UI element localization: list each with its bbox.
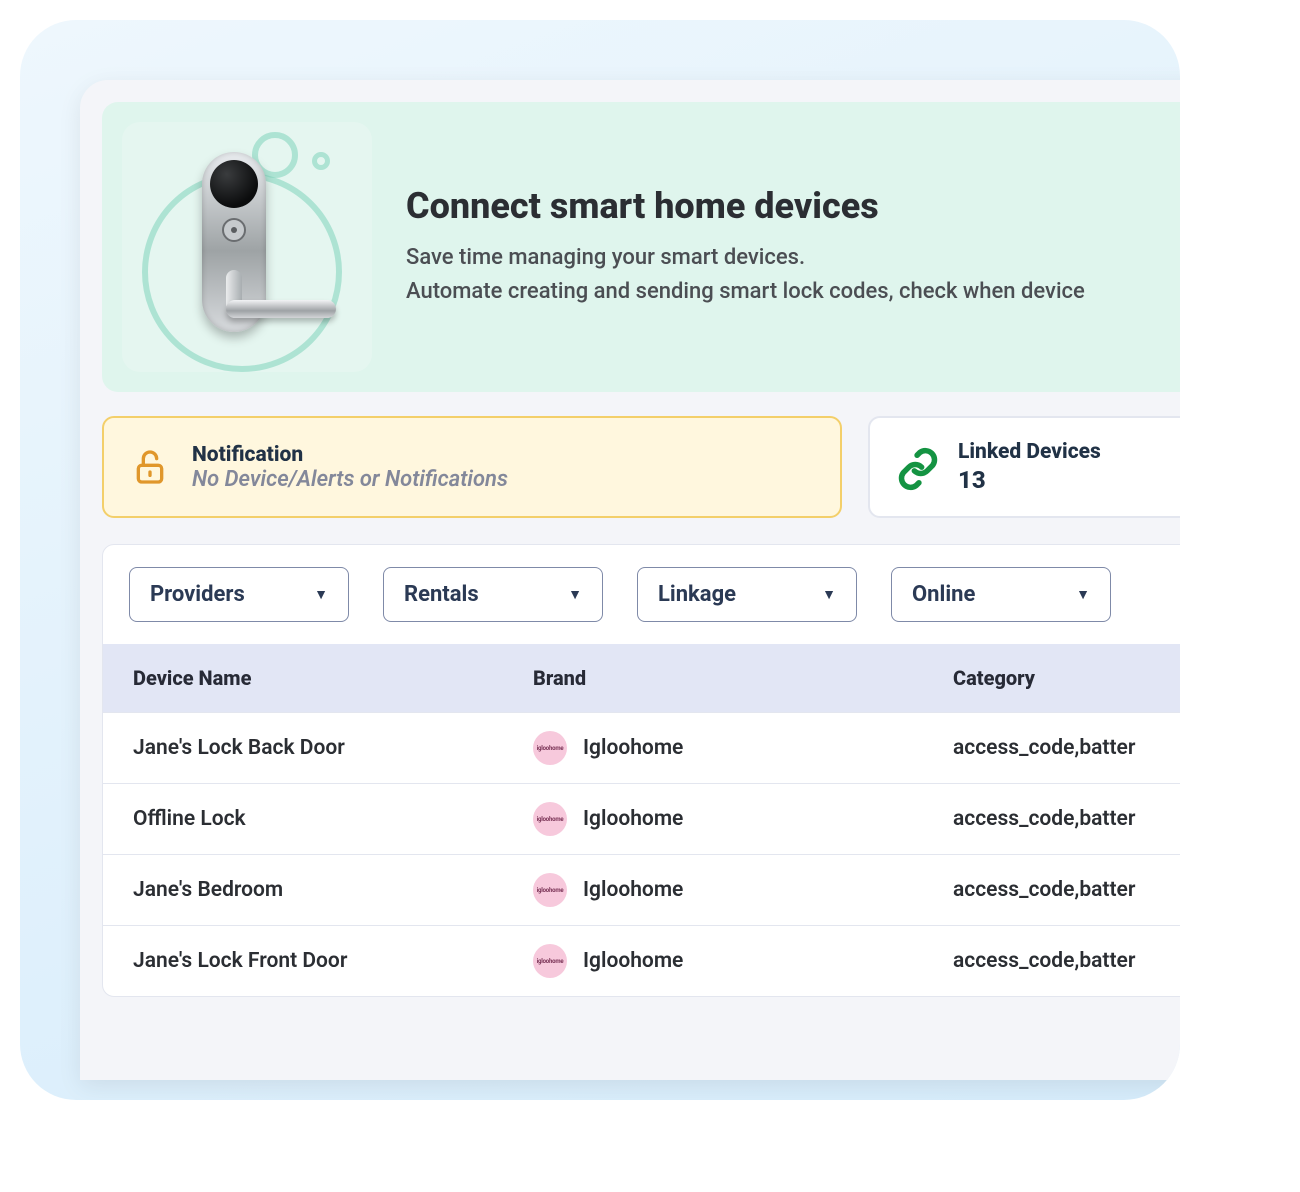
link-icon [896, 447, 936, 487]
col-header-brand[interactable]: Brand [533, 666, 953, 690]
notification-title: Notification [192, 443, 508, 467]
brand-name: Igloohome [583, 949, 683, 973]
online-label: Online [912, 582, 975, 607]
brand-cell: igloohome Igloohome [533, 873, 953, 907]
category-cell: access_code,batter [953, 878, 1180, 902]
category-cell: access_code,batter [953, 736, 1180, 760]
table-body: Jane's Lock Back DoorigloohomeIgloohomea… [103, 712, 1180, 996]
app-window: Connect smart home devices Save time man… [80, 80, 1180, 1080]
online-dropdown[interactable]: Online ▼ [891, 567, 1111, 622]
device-name-cell: Jane's Lock Front Door [133, 949, 533, 973]
chevron-down-icon: ▼ [1076, 586, 1090, 603]
smart-lock-icon [202, 152, 266, 332]
brand-cell: igloohome Igloohome [533, 944, 953, 978]
brand-cell: igloohome Igloohome [533, 731, 953, 765]
hero-title: Connect smart home devices [406, 185, 1085, 227]
col-header-category[interactable]: Category [953, 666, 1180, 690]
rentals-dropdown[interactable]: Rentals ▼ [383, 567, 603, 622]
table-row[interactable]: Jane's Bedroomigloohome Igloohome access_c… [103, 854, 1180, 925]
brand-logo-icon: igloohome [533, 944, 567, 978]
brand-cell: igloohome Igloohome [533, 802, 953, 836]
unlock-icon [130, 447, 170, 487]
hero-subtitle-line2: Automate creating and sending smart lock… [406, 275, 1085, 309]
chevron-down-icon: ▼ [822, 586, 836, 603]
filter-bar: Providers ▼ Rentals ▼ Linkage ▼ Online ▼ [103, 545, 1180, 644]
brand-name: Igloohome [583, 807, 683, 831]
chevron-down-icon: ▼ [314, 586, 328, 603]
notification-card[interactable]: Notification No Device/Alerts or Notific… [102, 416, 842, 518]
linked-devices-count: 13 [958, 466, 1101, 494]
notification-message: No Device/Alerts or Notifications [192, 467, 508, 492]
brand-name: Igloohome [583, 736, 683, 760]
table-row[interactable]: Jane's Lock Front Doorigloohome Igloohome… [103, 925, 1180, 996]
providers-label: Providers [150, 582, 245, 607]
table-header-row: Device Name Brand Category [103, 644, 1180, 712]
linked-devices-card[interactable]: Linked Devices 13 [868, 416, 1180, 518]
devices-table-panel: Providers ▼ Rentals ▼ Linkage ▼ Online ▼… [102, 544, 1180, 997]
hero-banner: Connect smart home devices Save time man… [102, 102, 1180, 392]
brand-name: Igloohome [583, 878, 683, 902]
page-background: Connect smart home devices Save time man… [20, 20, 1180, 1100]
device-name-cell: Jane's Lock Back Door [133, 736, 533, 760]
linkage-dropdown[interactable]: Linkage ▼ [637, 567, 857, 622]
hero-text: Connect smart home devices Save time man… [406, 185, 1085, 309]
hero-illustration [122, 122, 372, 372]
device-name-cell: Jane's Bedroom [133, 878, 533, 902]
category-cell: access_code,batter [953, 807, 1180, 831]
brand-logo-icon: igloohome [533, 873, 567, 907]
chevron-down-icon: ▼ [568, 586, 582, 603]
brand-logo-icon: igloohome [533, 802, 567, 836]
category-cell: access_code,batter [953, 949, 1180, 973]
table-row[interactable]: Jane's Lock Back Doorigloohome Igloohome a… [103, 712, 1180, 783]
hero-subtitle-line1: Save time managing your smart devices. [406, 241, 1085, 275]
linked-devices-label: Linked Devices [958, 440, 1101, 464]
brand-logo-icon: igloohome [533, 731, 567, 765]
rentals-label: Rentals [404, 582, 479, 607]
stats-row: Notification No Device/Alerts or Notific… [102, 416, 1180, 518]
device-name-cell: Offline Lock [133, 807, 533, 831]
providers-dropdown[interactable]: Providers ▼ [129, 567, 349, 622]
col-header-device[interactable]: Device Name [133, 666, 533, 690]
linkage-label: Linkage [658, 582, 736, 607]
table-row[interactable]: Offline Lockigloohome Igloohome access_cod… [103, 783, 1180, 854]
